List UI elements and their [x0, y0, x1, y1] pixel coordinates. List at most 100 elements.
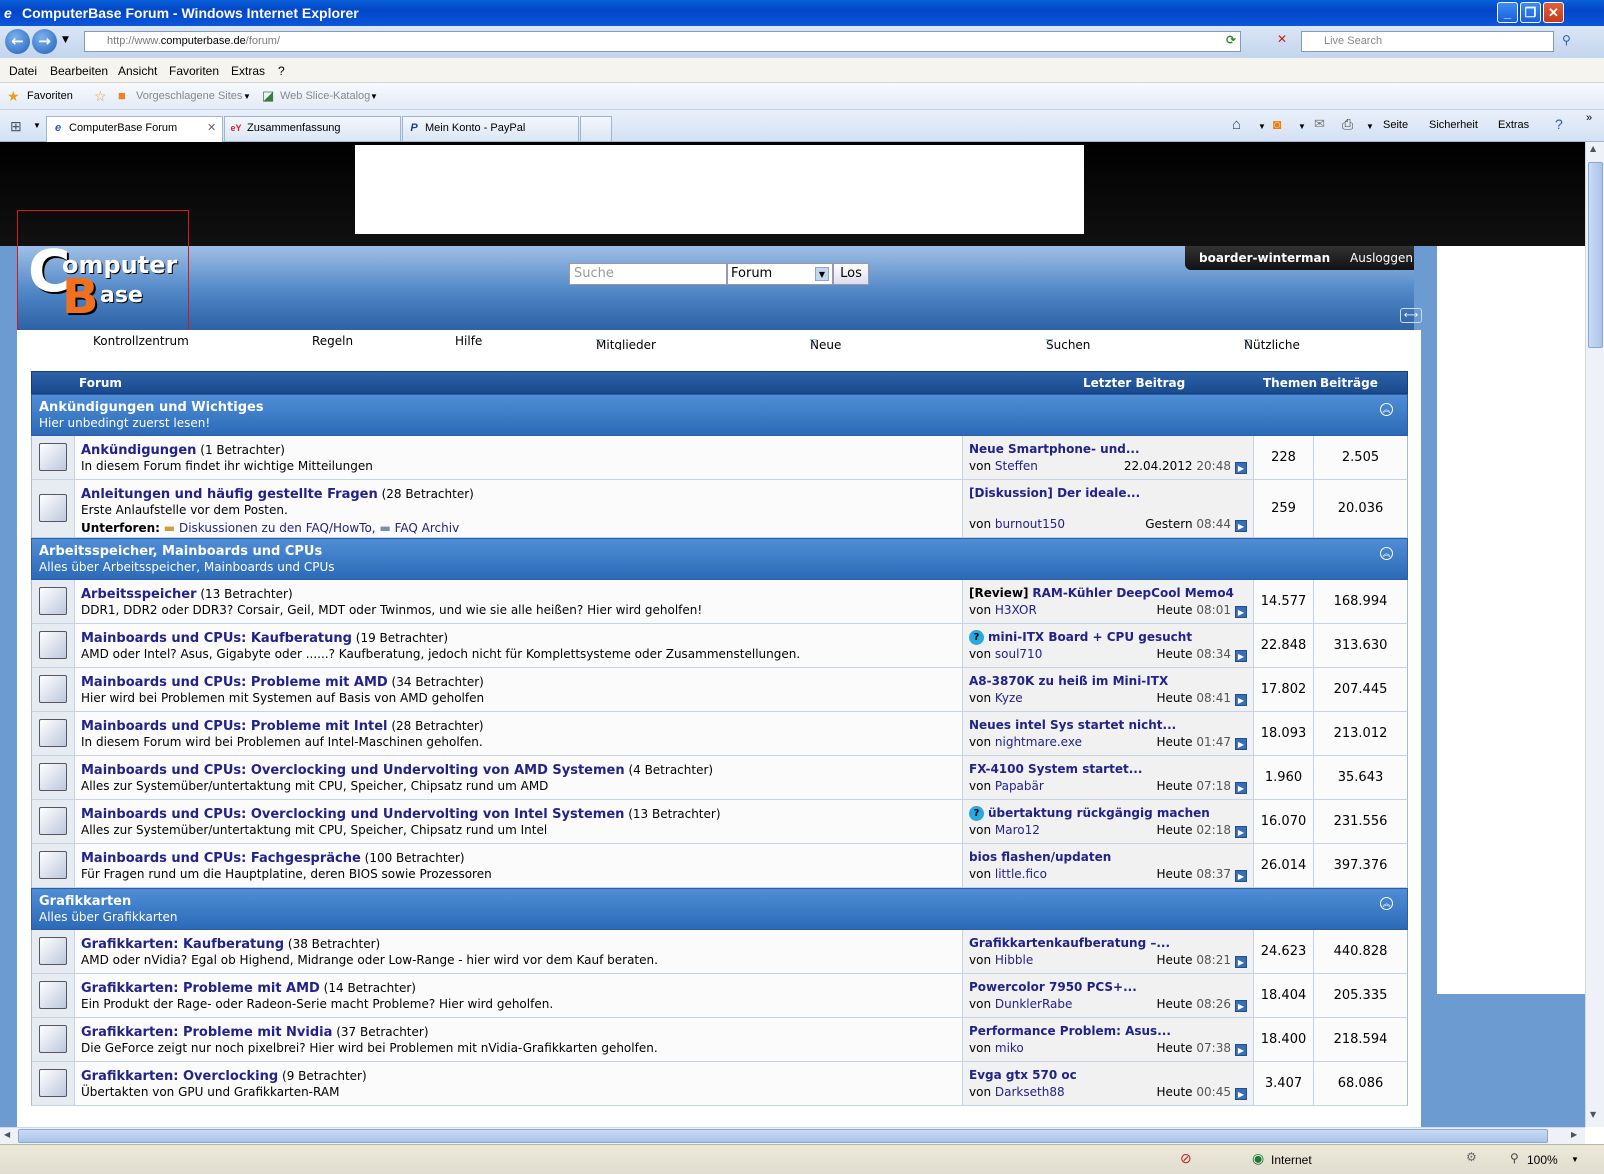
go-to-last-post-icon[interactable]: ▶: [1235, 520, 1247, 532]
scroll-left-icon[interactable]: ◀: [4, 1130, 10, 1139]
nav-regeln[interactable]: Regeln: [312, 334, 353, 348]
expand-width-icon[interactable]: ⟷: [1400, 308, 1422, 323]
forward-button[interactable]: →: [32, 29, 57, 54]
collapse-icon[interactable]: ︽: [1380, 897, 1393, 910]
search-go-button[interactable]: Los: [833, 263, 869, 285]
go-to-last-post-icon[interactable]: ▶: [1235, 694, 1247, 706]
username-link[interactable]: boarder-winterman: [1199, 251, 1330, 265]
forum-title-link[interactable]: Ankündigungen: [81, 443, 196, 458]
last-post-title-link[interactable]: A8-3870K zu heiß im Mini-ITX: [969, 674, 1168, 688]
subforum-link[interactable]: Diskussionen zu den FAQ/HowTo,: [179, 521, 376, 535]
chevron-down-icon[interactable]: ▼: [1571, 1155, 1579, 1164]
back-button[interactable]: ←: [5, 29, 30, 54]
tab-paypal[interactable]: P Mein Konto - PayPal: [402, 116, 579, 141]
page-menu[interactable]: Seite: [1383, 119, 1408, 131]
author-link[interactable]: Darkseth88: [995, 1085, 1065, 1099]
forum-title-link[interactable]: Mainboards und CPUs: Probleme mit AMD: [81, 675, 388, 690]
search-icon[interactable]: ⚲: [1562, 33, 1571, 47]
nav-hilfe[interactable]: Hilfe: [455, 334, 482, 348]
author-link[interactable]: Steffen: [995, 459, 1038, 473]
protected-mode-icon[interactable]: ⚙: [1466, 1150, 1477, 1164]
maximize-button[interactable]: ❐: [1520, 2, 1541, 23]
go-to-last-post-icon[interactable]: ▶: [1235, 826, 1247, 838]
minimize-button[interactable]: _: [1497, 2, 1518, 23]
mail-icon[interactable]: ✉: [1314, 116, 1325, 132]
author-link[interactable]: burnout150: [995, 517, 1065, 531]
last-post-title-link[interactable]: FX-4100 System startet...: [969, 762, 1142, 776]
author-link[interactable]: miko: [995, 1041, 1024, 1055]
author-link[interactable]: little.fico: [995, 867, 1047, 881]
close-button[interactable]: ✕: [1543, 2, 1564, 23]
more-chevron-icon[interactable]: »: [1586, 112, 1592, 124]
search-scope-select[interactable]: Forum ▼: [727, 263, 833, 285]
category-title[interactable]: Arbeitsspeicher, Mainboards und CPUs: [39, 544, 322, 559]
category-title[interactable]: Ankündigungen und Wichtiges: [39, 400, 264, 415]
tab-computerbase[interactable]: e ComputerBase Forum ✕: [46, 116, 223, 142]
forum-title-link[interactable]: Mainboards und CPUs: Overclocking und Un…: [81, 807, 624, 822]
go-to-last-post-icon[interactable]: ▶: [1235, 462, 1247, 474]
last-post-title-link[interactable]: mini-ITX Board + CPU gesucht: [988, 630, 1192, 644]
add-favorite-icon[interactable]: ☆: [94, 88, 107, 105]
menu-extras[interactable]: Extras: [231, 64, 265, 78]
tab-zusammenfassung[interactable]: eY Zusammenfassung: [224, 116, 401, 141]
menu-ansicht[interactable]: Ansicht: [118, 64, 157, 78]
author-link[interactable]: Kyze: [995, 691, 1023, 705]
chevron-down-icon[interactable]: ▼: [1366, 122, 1374, 131]
last-post-title-link[interactable]: Neue Smartphone- und...: [969, 442, 1140, 456]
address-field[interactable]: http://www.computerbase.de/forum/: [84, 31, 1241, 52]
quick-tabs-icon[interactable]: ⊞: [10, 118, 22, 135]
scroll-thumb[interactable]: [18, 1129, 1548, 1143]
last-post-title-link[interactable]: Powercolor 7950 PCS+...: [969, 980, 1137, 994]
forum-title-link[interactable]: Mainboards und CPUs: Fachgespräche: [81, 851, 361, 866]
go-to-last-post-icon[interactable]: ▶: [1235, 1000, 1247, 1012]
refresh-icon[interactable]: ⟳: [1226, 33, 1236, 47]
site-search-input[interactable]: Suche: [569, 263, 727, 285]
last-post-title-link[interactable]: Neues intel Sys startet nicht...: [969, 718, 1176, 732]
forum-title-link[interactable]: Arbeitsspeicher: [81, 587, 197, 602]
tools-menu[interactable]: Extras: [1498, 119, 1529, 131]
last-post-title-link[interactable]: Evga gtx 570 oc: [969, 1068, 1077, 1082]
category-title[interactable]: Grafikkarten: [39, 894, 131, 909]
chevron-down-icon[interactable]: ▼: [1258, 122, 1266, 131]
zoom-level[interactable]: 100%: [1527, 1153, 1558, 1167]
author-link[interactable]: nightmare.exe: [995, 735, 1082, 749]
last-post-title-link[interactable]: Performance Problem: Asus...: [969, 1024, 1171, 1038]
go-to-last-post-icon[interactable]: ▶: [1235, 606, 1247, 618]
menu-favoriten[interactable]: Favoriten: [169, 64, 219, 78]
subforum-link[interactable]: FAQ Archiv: [395, 521, 460, 535]
author-link[interactable]: Papabär: [995, 779, 1044, 793]
forum-title-link[interactable]: Grafikkarten: Probleme mit Nvidia: [81, 1025, 332, 1040]
forum-title-link[interactable]: Grafikkarten: Kaufberatung: [81, 937, 284, 952]
author-link[interactable]: Maro12: [995, 823, 1040, 837]
popup-blocker-icon[interactable]: ⊘: [1180, 1150, 1192, 1167]
scroll-down-icon[interactable]: ▼: [1590, 1110, 1596, 1119]
last-post-title-link[interactable]: [Diskussion] Der ideale...: [969, 486, 1140, 500]
go-to-last-post-icon[interactable]: ▶: [1235, 782, 1247, 794]
print-icon[interactable]: ⎙: [1342, 116, 1353, 133]
menu-datei[interactable]: Datei: [9, 64, 37, 78]
scroll-thumb[interactable]: [1588, 162, 1603, 348]
chevron-down-icon[interactable]: ▼: [815, 267, 829, 281]
go-to-last-post-icon[interactable]: ▶: [1235, 1088, 1247, 1100]
logout-link[interactable]: Ausloggen: [1350, 251, 1413, 265]
last-post-title-link[interactable]: Grafikkartenkaufberatung –...: [969, 936, 1170, 950]
forum-title-link[interactable]: Mainboards und CPUs: Overclocking und Un…: [81, 763, 625, 778]
go-to-last-post-icon[interactable]: ▶: [1235, 956, 1247, 968]
stop-icon[interactable]: ✕: [1277, 32, 1287, 46]
chevron-down-icon[interactable]: ▼: [243, 92, 251, 101]
chevron-down-icon[interactable]: ▼: [1298, 122, 1306, 131]
scroll-right-icon[interactable]: ▶: [1571, 1130, 1577, 1139]
close-tab-icon[interactable]: ✕: [207, 117, 216, 139]
rss-feed-icon[interactable]: ◙: [1273, 116, 1281, 132]
nav-kontrollzentrum[interactable]: Kontrollzentrum: [93, 334, 189, 348]
tab-list-dropdown-icon[interactable]: ▼: [33, 121, 41, 130]
menu-help[interactable]: ?: [278, 64, 285, 78]
go-to-last-post-icon[interactable]: ▶: [1235, 650, 1247, 662]
last-post-title-link[interactable]: übertaktung rückgängig machen: [988, 806, 1210, 820]
go-to-last-post-icon[interactable]: ▶: [1235, 1044, 1247, 1056]
horizontal-scrollbar[interactable]: ◀ ▶: [0, 1127, 1585, 1144]
scroll-up-icon[interactable]: ▲: [1590, 144, 1596, 153]
forum-title-link[interactable]: Mainboards und CPUs: Probleme mit Intel: [81, 719, 388, 734]
menu-bearbeiten[interactable]: Bearbeiten: [50, 64, 108, 78]
collapse-icon[interactable]: ︽: [1380, 403, 1393, 416]
